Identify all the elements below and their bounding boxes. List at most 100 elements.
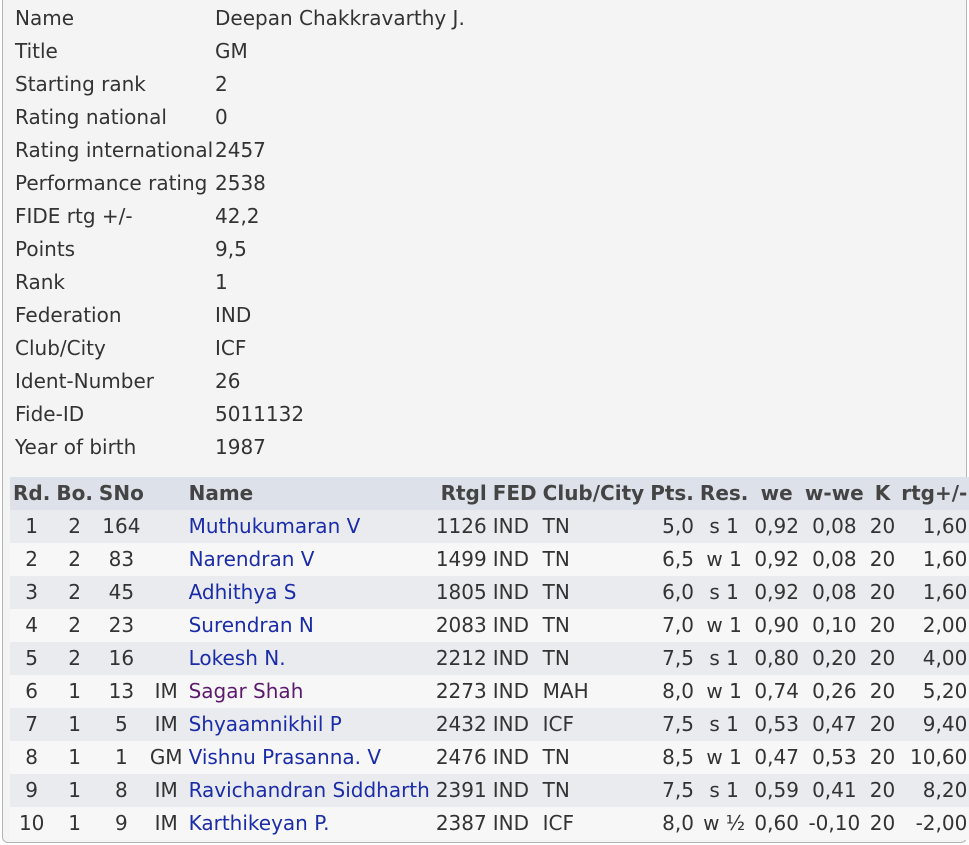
cell-rating-change: 9,40 [898,708,969,741]
col-header-points[interactable]: Pts. [647,477,697,510]
cell-club-city: TN [539,642,648,675]
cell-round: 2 [10,543,54,576]
table-row: 5 2 16 Lokesh N. 2212 IND TN 7,5 s 1 0,80 0,20 20 4,… [10,642,969,675]
cell-we: 0,92 [751,543,802,576]
cell-rating: 2391 [432,774,490,807]
cell-title [146,642,186,675]
col-header-federation[interactable]: FED [489,477,540,510]
info-value: Deepan Chakkravarthy J. [215,6,465,30]
cell-we: 0,60 [751,807,802,840]
info-row: Fide-ID 5011132 [15,398,465,431]
cell-federation: IND [489,807,540,840]
opponent-name-link[interactable]: Adhithya S [189,580,297,604]
opponent-name-link[interactable]: Surendran N [189,613,314,637]
cell-result: s 1 [696,642,752,675]
cell-k-factor: 20 [866,741,899,774]
cell-federation: IND [489,543,540,576]
cell-club-city: ICF [539,807,648,840]
col-header-we[interactable]: we [751,477,802,510]
cell-points: 7,5 [647,774,697,807]
table-row: 6 1 13 IM Sagar Shah 2273 IND MAH 8,0 w 1 0,74 0,26… [10,675,969,708]
info-row: Rating national 0 [15,101,465,134]
games-table-header: Rd. Bo. SNo Name Rtgl FED Club/City Pts. Res. we w… [10,477,969,510]
col-header-k-factor[interactable]: K [866,477,899,510]
cell-rating-change: -2,00 [898,807,969,840]
cell-we: 0,53 [751,708,802,741]
cell-rating: 2212 [432,642,490,675]
col-header-name[interactable]: Name [185,477,433,510]
col-header-w-we[interactable]: w-we [801,477,867,510]
cell-points: 8,0 [647,675,697,708]
cell-club-city: TN [539,774,648,807]
info-value: 0 [215,105,228,129]
cell-rating: 1805 [432,576,490,609]
cell-round: 10 [10,807,54,840]
cell-round: 4 [10,609,54,642]
table-row: 9 1 8 IM Ravichandran Siddharth 2391 IND TN 7,5 s… [10,774,969,807]
cell-result: s 1 [696,774,752,807]
cell-result: w ½ [696,807,752,840]
cell-we: 0,74 [751,675,802,708]
cell-rating-change: 1,60 [898,510,969,543]
cell-w-we: 0,41 [801,774,867,807]
cell-rating: 2476 [432,741,490,774]
cell-title: IM [146,708,186,741]
col-header-club-city[interactable]: Club/City [539,477,648,510]
cell-w-we: -0,10 [801,807,867,840]
col-header-result[interactable]: Res. [696,477,752,510]
cell-federation: IND [489,642,540,675]
opponent-name-link[interactable]: Muthukumaran V [189,514,361,538]
opponent-name-link[interactable]: Vishnu Prasanna. V [189,745,381,769]
cell-name: Shyaamnikhil P [185,708,433,741]
info-label: Rating international [15,138,214,162]
info-value: GM [215,39,248,63]
cell-k-factor: 20 [866,609,899,642]
col-header-round[interactable]: Rd. [10,477,54,510]
cell-we: 0,47 [751,741,802,774]
cell-federation: IND [489,708,540,741]
opponent-name-link[interactable]: Karthikeyan P. [189,811,330,835]
col-header-title[interactable] [146,477,186,510]
cell-round: 3 [10,576,54,609]
info-value: 2 [215,72,228,96]
info-value: 1 [215,270,228,294]
cell-start-no: 16 [95,642,147,675]
cell-points: 7,5 [647,708,697,741]
table-row: 7 1 5 IM Shyaamnikhil P 2432 IND ICF 7,5 s 1 0,53 0… [10,708,969,741]
info-row: Year of birth 1987 [15,431,465,464]
info-value: ICF [215,336,247,360]
cell-start-no: 13 [95,675,147,708]
cell-points: 8,0 [647,807,697,840]
info-value: 2457 [215,138,266,162]
col-header-rating-change[interactable]: rtg+/- [898,477,969,510]
opponent-name-link[interactable]: Narendran V [189,547,315,571]
cell-name: Narendran V [185,543,433,576]
info-label: FIDE rtg +/- [15,204,133,228]
info-label: Rating national [15,105,167,129]
cell-rating-change: 10,60 [898,741,969,774]
cell-club-city: ICF [539,708,648,741]
col-header-board[interactable]: Bo. [53,477,96,510]
cell-we: 0,92 [751,576,802,609]
cell-we: 0,90 [751,609,802,642]
cell-rating-change: 4,00 [898,642,969,675]
cell-points: 8,5 [647,741,697,774]
col-header-start-no[interactable]: SNo [95,477,147,510]
info-value: 42,2 [215,204,260,228]
opponent-name-link[interactable]: Sagar Shah [189,679,304,703]
games-table: Rd. Bo. SNo Name Rtgl FED Club/City Pts. Res. we w… [10,477,969,840]
cell-rating-change: 8,20 [898,774,969,807]
col-header-rating[interactable]: Rtgl [432,477,490,510]
info-value: 9,5 [215,237,247,261]
cell-rating: 2387 [432,807,490,840]
opponent-name-link[interactable]: Lokesh N. [189,646,286,670]
cell-result: w 1 [696,741,752,774]
cell-name: Surendran N [185,609,433,642]
opponent-name-link[interactable]: Shyaamnikhil P [189,712,342,736]
opponent-name-link[interactable]: Ravichandran Siddharth [189,778,430,802]
cell-w-we: 0,53 [801,741,867,774]
cell-board: 1 [53,708,96,741]
cell-federation: IND [489,774,540,807]
cell-result: w 1 [696,609,752,642]
cell-w-we: 0,20 [801,642,867,675]
